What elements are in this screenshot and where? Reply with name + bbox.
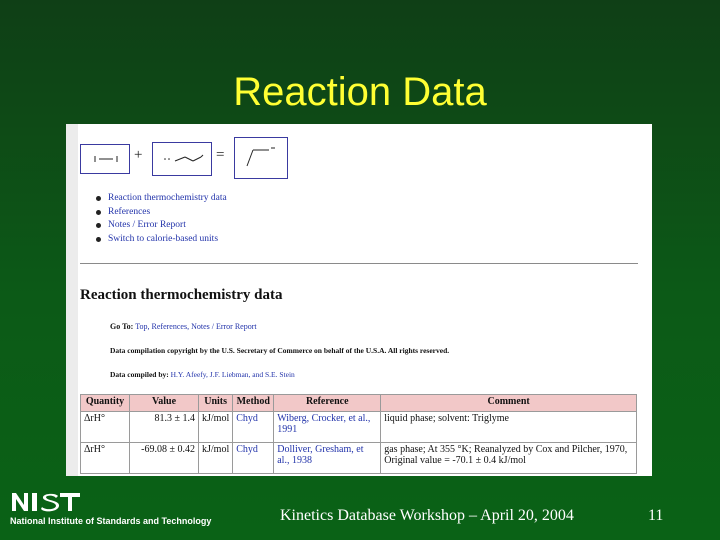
cell-method[interactable]: Chyd	[232, 411, 275, 443]
nist-institute-name: National Institute of Standards and Tech…	[10, 516, 212, 526]
nist-logo	[10, 491, 90, 518]
slide-title: Reaction Data	[233, 70, 487, 114]
goto-line: Go To: Top, References, Notes / Error Re…	[110, 322, 257, 331]
product-structure[interactable]	[234, 137, 288, 179]
table-row: ΔrH° 81.3 ± 1.4 kJ/mol Chyd Wiberg, Croc…	[80, 411, 637, 443]
reactant-2-structure[interactable]	[152, 142, 212, 176]
section-heading: Reaction thermochemistry data	[80, 287, 283, 303]
bullet-icon	[96, 236, 101, 242]
nav-link-label: Switch to calorie-based units	[108, 233, 219, 244]
header-units[interactable]: Units	[197, 394, 234, 412]
plus-sign: +	[134, 147, 143, 163]
horizontal-divider	[80, 263, 638, 264]
compiled-by-line: Data compiled by: H.Y. Afeefy, J.F. Lieb…	[110, 370, 295, 379]
nav-link-thermochemistry[interactable]: Reaction thermochemistry data	[96, 192, 227, 206]
nav-link-label: Notes / Error Report	[108, 220, 186, 230]
left-margin-strip	[66, 124, 78, 476]
page-navigation-list: Reaction thermochemistry data References…	[96, 192, 227, 246]
nav-link-label: References	[108, 206, 151, 217]
nav-link-notes[interactable]: Notes / Error Report	[96, 219, 227, 233]
footer-text: Kinetics Database Workshop – April 20, 2…	[280, 507, 574, 524]
cell-quantity: ΔrH°	[80, 411, 130, 443]
equals-sign: =	[216, 147, 225, 163]
webpage-screenshot: + = Reaction thermochemistry data Refere…	[66, 124, 652, 476]
cell-method[interactable]: Chyd	[232, 442, 275, 474]
compiled-label: Data compiled by:	[110, 370, 169, 379]
header-reference[interactable]: Reference	[273, 394, 382, 412]
bullet-icon	[96, 209, 101, 215]
cell-comment: gas phase; At 355 °K; Reanalyzed by Cox …	[380, 442, 637, 474]
molecule-alkene-icon	[164, 154, 204, 162]
compiled-by-authors[interactable]: H.Y. Afeefy, J.F. Liebman, and S.E. Stei…	[171, 370, 295, 379]
goto-label: Go To:	[110, 322, 134, 331]
nav-link-calorie-units[interactable]: Switch to calorie-based units	[96, 233, 227, 247]
cell-value: 81.3 ± 1.4	[129, 411, 199, 443]
copyright-notice: Data compilation copyright by the U.S. S…	[110, 346, 450, 355]
cell-quantity: ΔrH°	[80, 442, 130, 474]
nist-logo-icon	[12, 493, 80, 512]
header-method[interactable]: Method	[232, 394, 275, 412]
header-quantity[interactable]: Quantity	[80, 394, 130, 412]
goto-links[interactable]: Top, References, Notes / Error Report	[135, 322, 256, 331]
cell-reference[interactable]: Wiberg, Crocker, et al., 1991	[273, 411, 382, 443]
reactant-1-structure[interactable]	[80, 144, 130, 174]
molecule-product-icon	[246, 147, 275, 167]
page-number: 11	[648, 507, 664, 524]
thermochemistry-table: Quantity Value Units Method Reference Co…	[80, 394, 637, 474]
cell-units: kJ/mol	[197, 411, 234, 443]
molecule-h2-icon	[94, 156, 118, 162]
bullet-icon	[96, 223, 101, 229]
nav-link-references[interactable]: References	[96, 206, 227, 220]
header-value[interactable]: Value	[129, 394, 199, 412]
cell-value: -69.08 ± 0.42	[129, 442, 199, 474]
table-row: ΔrH° -69.08 ± 0.42 kJ/mol Chyd Dolliver,…	[80, 442, 637, 474]
nav-link-label: Reaction thermochemistry data	[108, 193, 227, 203]
table-header-row: Quantity Value Units Method Reference Co…	[80, 394, 637, 412]
cell-comment: liquid phase; solvent: Triglyme	[380, 411, 637, 443]
header-comment[interactable]: Comment	[380, 394, 637, 412]
cell-reference[interactable]: Dolliver, Gresham, et al., 1938	[273, 442, 382, 474]
bullet-icon	[96, 196, 101, 202]
cell-units: kJ/mol	[197, 442, 234, 474]
